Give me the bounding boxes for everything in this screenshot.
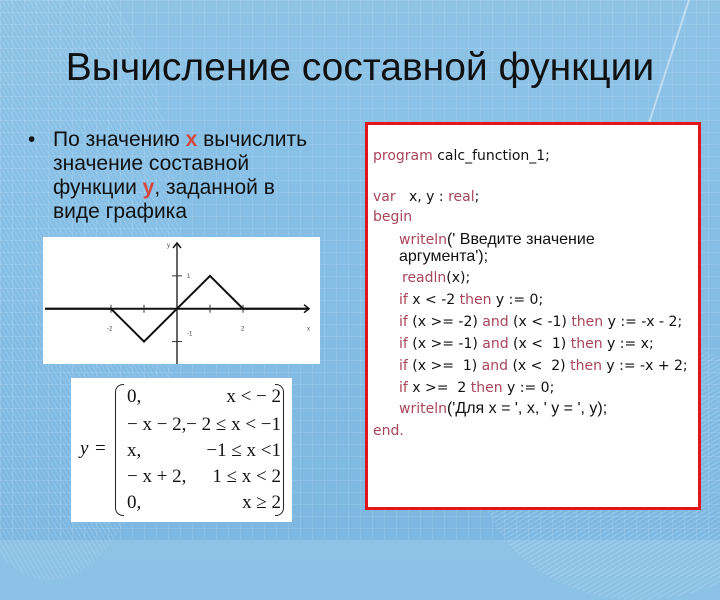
code-keyword: and xyxy=(481,358,508,374)
code-text: y := 0; xyxy=(491,292,544,308)
code-text: (x < -1) xyxy=(508,314,572,330)
case-condition: 1 ≤ x < 2 xyxy=(212,466,281,487)
code-text: (x >= -2) xyxy=(407,314,483,330)
case-expression: 0, xyxy=(127,492,142,513)
code-keyword: var xyxy=(373,189,396,205)
code-text: (x < 2) xyxy=(508,358,571,374)
code-keyword: and xyxy=(482,314,509,330)
code-keyword: then xyxy=(470,380,503,396)
formula-case: 0, x < − 2 xyxy=(127,386,281,410)
bullet-marker: • xyxy=(28,128,36,151)
code-keyword: and xyxy=(482,336,509,352)
code-line: begin xyxy=(373,209,412,225)
case-condition: x < − 2 xyxy=(226,386,281,407)
code-keyword: writeln xyxy=(399,401,447,417)
code-keyword: program xyxy=(373,148,433,164)
formula-lhs: y xyxy=(80,438,89,459)
code-keyword: if xyxy=(399,292,408,308)
code-text: x < -2 xyxy=(407,292,460,308)
case-expression: 0, xyxy=(127,386,142,407)
y-tick-label: 1 xyxy=(187,274,191,280)
code-text: (' Введите значение xyxy=(446,231,595,248)
code-line: if x < -2 then y := 0; xyxy=(399,292,543,308)
bullet-text-part: , заданной в xyxy=(154,176,275,199)
case-condition: −1 ≤ x <1 xyxy=(206,440,281,461)
case-condition: x ≥ 2 xyxy=(242,492,281,513)
code-keyword: begin xyxy=(373,209,413,225)
code-text: (x); xyxy=(446,270,471,286)
code-text: x >= 2 xyxy=(407,380,471,396)
code-text: y := x; xyxy=(602,336,654,352)
code-text: y := 0; xyxy=(502,380,555,396)
code-text: (x < 1) xyxy=(508,336,571,352)
bullet-text-part: функции xyxy=(53,176,143,199)
y-axis-label: y xyxy=(167,243,170,249)
x-axis-label: x xyxy=(307,327,310,333)
formula-case: − x + 2, 1 ≤ x < 2 xyxy=(127,466,281,490)
code-text: y := -x + 2; xyxy=(601,358,688,374)
code-text: аргумента'); xyxy=(399,248,489,265)
piecewise-formula: y = 0, x < − 2 − x − 2, − 2 ≤ x < −1 x, … xyxy=(71,378,292,522)
function-graph: x y -2 2 1 -1 xyxy=(43,237,320,364)
code-line: if x >= 2 then y := 0; xyxy=(399,380,554,396)
code-text: x, y : xyxy=(395,189,449,205)
slide-title: Вычисление составной функции xyxy=(65,46,655,89)
code-line: if (x >= -2) and (x < -1) then y := -x -… xyxy=(399,314,682,330)
bullet-text-part: значение составной xyxy=(53,152,250,175)
y-symbol: y xyxy=(142,176,155,199)
code-keyword: readln xyxy=(402,270,447,286)
code-line: аргумента'); xyxy=(399,249,488,265)
formula-case: 0, x ≥ 2 xyxy=(127,492,281,516)
code-line: end. xyxy=(373,423,404,439)
code-line: if (x >= -1) and (x < 1) then y := x; xyxy=(399,336,654,352)
case-condition: − 2 ≤ x < −1 xyxy=(186,414,281,435)
code-text: ('Для x = ', x, ' y = ', y); xyxy=(446,400,608,417)
code-line: if (x >= 1) and (x < 2) then y := -x + 2… xyxy=(399,358,688,374)
code-text: ; xyxy=(474,189,480,205)
code-keyword: then xyxy=(459,292,492,308)
formula-case: − x − 2, − 2 ≤ x < −1 xyxy=(127,414,281,438)
bullet-text-part: По значению xyxy=(53,128,186,151)
formula-equals: = xyxy=(95,438,106,459)
code-line: program calc_function_1; xyxy=(373,148,550,164)
graph-svg: x y -2 2 1 -1 xyxy=(45,241,311,364)
code-line: readln(x); xyxy=(402,270,470,286)
code-text: (x >= -1) xyxy=(407,336,483,352)
x-tick-label: 2 xyxy=(241,327,245,333)
bullet-text-part: виде графика xyxy=(53,200,188,223)
code-keyword: then xyxy=(571,314,604,330)
x-tick-label: -2 xyxy=(107,327,113,333)
code-text: (x >= 1) xyxy=(407,358,482,374)
case-expression: − x − 2, xyxy=(127,414,187,435)
code-keyword: end. xyxy=(373,423,404,439)
code-text: y := -x - 2; xyxy=(603,314,683,330)
code-keyword: then xyxy=(570,336,603,352)
case-expression: − x + 2, xyxy=(127,466,187,487)
bullet-text-part: вычислить xyxy=(197,128,308,151)
y-tick-label: -1 xyxy=(187,332,193,338)
code-line: var x, y : real; xyxy=(373,189,479,205)
code-text: calc_function_1; xyxy=(432,148,550,164)
case-expression: x, xyxy=(127,440,142,461)
code-keyword: real xyxy=(448,189,475,205)
code-keyword: if xyxy=(399,314,408,330)
code-line: writeln(' Введите значение xyxy=(399,231,595,249)
code-keyword: then xyxy=(570,358,602,374)
code-line: writeln('Для x = ', x, ' y = ', y); xyxy=(399,400,608,418)
code-keyword: if xyxy=(399,358,408,374)
code-keyword: if xyxy=(399,336,408,352)
formula-case: x, −1 ≤ x <1 xyxy=(127,440,281,464)
left-brace xyxy=(115,384,124,516)
code-keyword: writeln xyxy=(399,232,447,248)
x-symbol: x xyxy=(185,128,198,151)
bullet-text: По значению x вычислить значение составн… xyxy=(53,128,353,224)
code-keyword: if xyxy=(399,380,408,396)
code-listing: program calc_function_1; var x, y : real… xyxy=(365,122,701,510)
